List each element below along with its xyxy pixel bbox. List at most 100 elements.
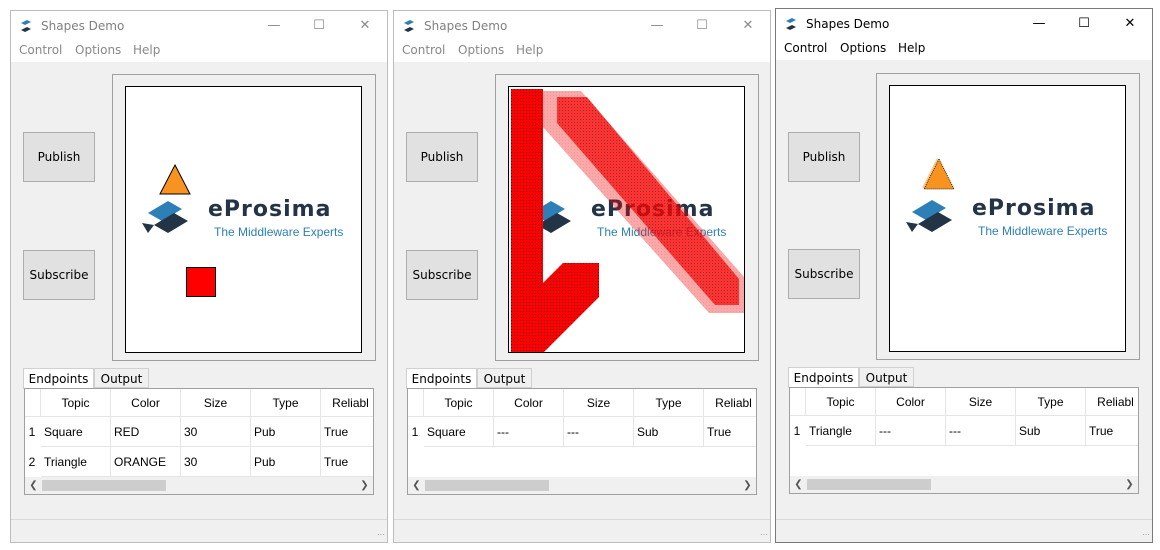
scroll-thumb[interactable] — [42, 480, 166, 491]
row-header-corner — [790, 388, 806, 416]
tab-output[interactable]: Output — [859, 367, 914, 387]
column-header-reliability[interactable]: Reliabl — [704, 389, 756, 417]
logo-name: eProsima — [972, 196, 1096, 221]
publish-button[interactable]: Publish — [23, 132, 95, 182]
maximize-icon[interactable]: ☐ — [679, 11, 725, 41]
cell-topic: Triangle — [806, 416, 876, 446]
shapes-demo-window-1: Shapes Demo — ☐ ✕ Control Options Help P… — [10, 10, 388, 543]
column-header-size[interactable]: Size — [181, 389, 251, 417]
close-icon[interactable]: ✕ — [1107, 9, 1153, 39]
menu-help[interactable]: Help — [516, 43, 543, 57]
tab-output[interactable]: Output — [477, 368, 532, 388]
column-header-size[interactable]: Size — [946, 388, 1016, 416]
menu-options[interactable]: Options — [75, 43, 121, 57]
horizontal-scrollbar[interactable]: ❮ ❯ — [408, 477, 756, 494]
shapes-canvas[interactable]: eProsima The Middleware Experts — [508, 86, 745, 353]
canvas-frame: eProsima The Middleware Experts — [876, 73, 1140, 360]
tab-endpoints[interactable]: Endpoints — [788, 367, 859, 388]
cell-size: 30 — [181, 417, 251, 447]
tab-strip: Endpoints Output — [406, 368, 606, 389]
logo-tagline: The Middleware Experts — [978, 224, 1108, 238]
shapes-demo-window-2: Shapes Demo — ☐ ✕ Control Options Help P… — [393, 10, 771, 543]
maximize-icon[interactable]: ☐ — [296, 11, 342, 41]
minimize-icon[interactable]: — — [634, 11, 680, 41]
resize-grip-icon[interactable]: ⋯ — [375, 530, 385, 540]
column-header-color[interactable]: Color — [111, 389, 181, 417]
shapes-demo-window-3: Shapes Demo — ☐ ✕ Control Options Help P… — [775, 8, 1153, 543]
column-header-topic[interactable]: Topic — [424, 389, 494, 417]
column-header-type[interactable]: Type — [251, 389, 321, 417]
minimize-icon[interactable]: — — [251, 11, 297, 41]
menu-options[interactable]: Options — [458, 43, 504, 57]
minimize-icon[interactable]: — — [1016, 9, 1062, 39]
row-number: 1 — [28, 425, 36, 439]
logo-tagline: The Middleware Experts — [214, 225, 344, 239]
subscribe-button[interactable]: Subscribe — [406, 250, 478, 300]
window-title: Shapes Demo — [424, 19, 508, 33]
title-bar[interactable]: Shapes Demo — ☐ ✕ — [394, 11, 770, 41]
row-header-corner — [25, 389, 41, 417]
cell-reliability: True — [321, 447, 373, 477]
column-header-reliability[interactable]: Reliabl — [321, 389, 373, 417]
cell-topic: Square — [424, 417, 494, 447]
resize-grip-icon[interactable]: ⋯ — [1140, 530, 1150, 540]
window-title: Shapes Demo — [806, 17, 890, 31]
menu-control[interactable]: Control — [784, 41, 827, 55]
title-bar[interactable]: Shapes Demo — ☐ ✕ — [776, 9, 1152, 39]
shapes-demo-icon — [404, 20, 414, 32]
menu-control[interactable]: Control — [402, 43, 445, 57]
scroll-right-icon[interactable]: ❯ — [739, 477, 756, 494]
square-shape — [186, 267, 216, 297]
publish-button[interactable]: Publish — [788, 132, 860, 182]
maximize-icon[interactable]: ☐ — [1061, 9, 1107, 39]
triangle-shape — [159, 164, 191, 195]
cell-type: Pub — [251, 447, 321, 477]
scroll-left-icon[interactable]: ❮ — [790, 476, 807, 493]
menu-help[interactable]: Help — [133, 43, 160, 57]
resize-grip-icon[interactable]: ⋯ — [758, 530, 768, 540]
menu-help[interactable]: Help — [898, 41, 925, 55]
endpoints-table: Topic Color Size Type Reliabl 1 Square -… — [407, 388, 757, 495]
close-icon[interactable]: ✕ — [342, 11, 388, 41]
publish-button[interactable]: Publish — [406, 132, 478, 182]
shapes-canvas[interactable]: eProsima The Middleware Experts — [889, 85, 1126, 352]
scroll-thumb[interactable] — [425, 480, 549, 491]
shapes-canvas[interactable]: eProsima The Middleware Experts — [125, 86, 362, 353]
endpoints-table: Topic Color Size Type Reliabl 1 Square R… — [24, 388, 374, 495]
square-history-trail — [511, 89, 744, 352]
row-header-corner — [408, 389, 424, 417]
tab-output[interactable]: Output — [94, 368, 149, 388]
title-bar[interactable]: Shapes Demo — ☐ ✕ — [11, 11, 387, 41]
scroll-right-icon[interactable]: ❯ — [356, 477, 373, 494]
tab-endpoints[interactable]: Endpoints — [23, 368, 94, 389]
cell-reliability: True — [321, 417, 373, 447]
scroll-left-icon[interactable]: ❮ — [408, 477, 425, 494]
tab-strip: Endpoints Output — [23, 368, 223, 389]
horizontal-scrollbar[interactable]: ❮ ❯ — [790, 476, 1138, 493]
menu-bar: Control Options Help — [11, 41, 387, 62]
column-header-topic[interactable]: Topic — [806, 388, 876, 416]
column-header-reliability[interactable]: Reliabl — [1086, 388, 1138, 416]
column-header-size[interactable]: Size — [564, 389, 634, 417]
menu-options[interactable]: Options — [840, 41, 886, 55]
canvas-frame: eProsima The Middleware Experts — [112, 74, 376, 361]
menu-control[interactable]: Control — [19, 43, 62, 57]
tab-endpoints[interactable]: Endpoints — [406, 368, 477, 389]
endpoints-table: Topic Color Size Type Reliabl 1 Triangle… — [789, 387, 1139, 494]
cell-size: --- — [564, 417, 634, 447]
eprosima-logo-icon — [142, 201, 188, 233]
cell-type: Sub — [1016, 416, 1086, 446]
subscribe-button[interactable]: Subscribe — [23, 250, 95, 300]
column-header-color[interactable]: Color — [876, 388, 946, 416]
scroll-left-icon[interactable]: ❮ — [25, 477, 42, 494]
column-header-type[interactable]: Type — [1016, 388, 1086, 416]
scroll-right-icon[interactable]: ❯ — [1121, 476, 1138, 493]
scroll-thumb[interactable] — [807, 479, 931, 490]
horizontal-scrollbar[interactable]: ❮ ❯ — [25, 477, 373, 494]
subscribe-button[interactable]: Subscribe — [788, 249, 860, 299]
column-header-type[interactable]: Type — [634, 389, 704, 417]
close-icon[interactable]: ✕ — [725, 11, 771, 41]
column-header-topic[interactable]: Topic — [41, 389, 111, 417]
column-header-color[interactable]: Color — [494, 389, 564, 417]
cell-reliability: True — [704, 417, 756, 447]
